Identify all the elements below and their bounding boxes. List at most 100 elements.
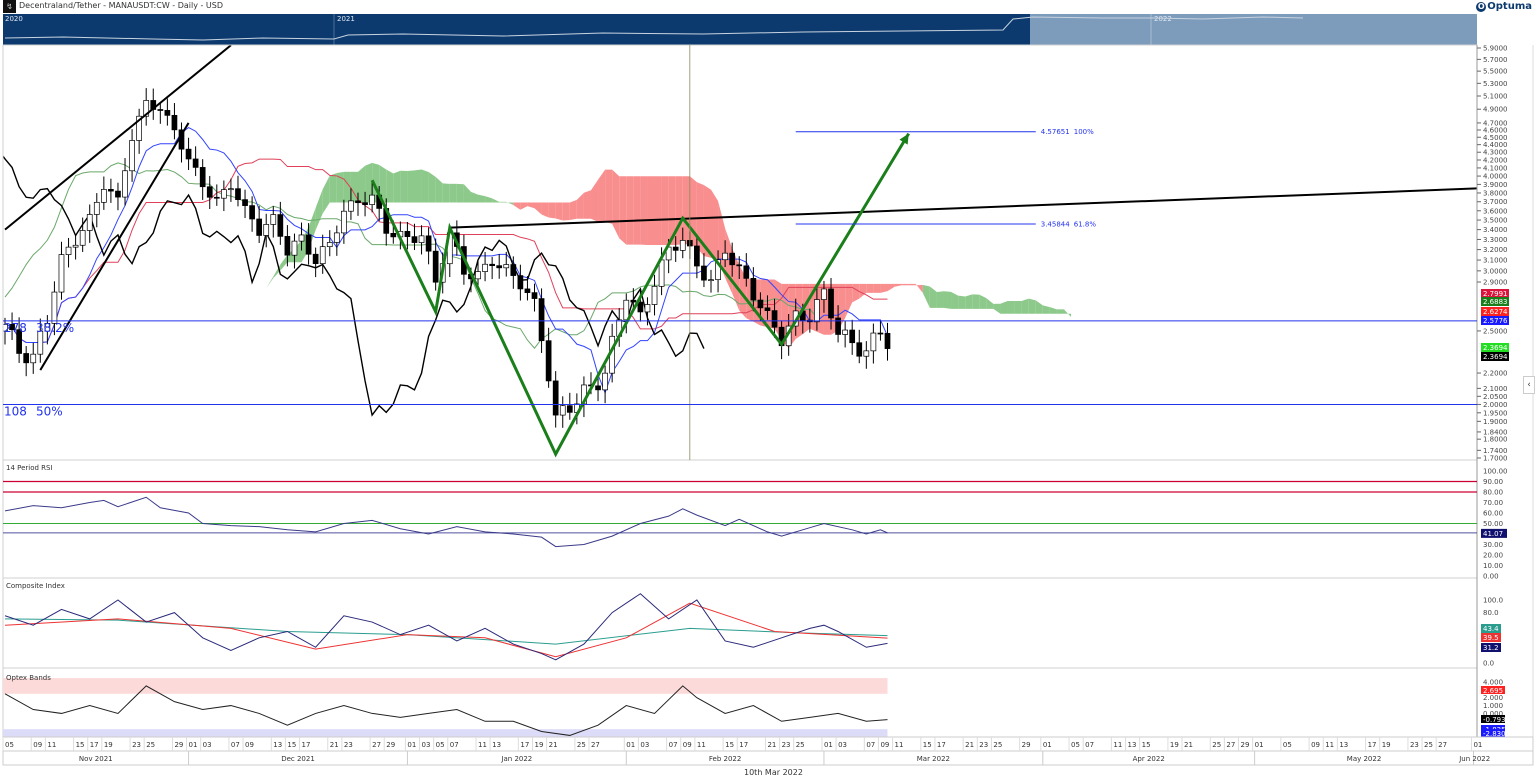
day-tick-label: 23 <box>132 741 141 749</box>
day-tick-label: 15 <box>76 741 85 749</box>
ichimoku-cloud-segment <box>414 169 422 203</box>
ichimoku-cloud-segment <box>541 202 549 218</box>
price-tick-label: 3.7000 <box>1483 198 1508 206</box>
price-tick-label: 3.2000 <box>1483 246 1508 254</box>
ichimoku-cloud-segment <box>1007 301 1015 314</box>
candle-body <box>228 188 234 191</box>
candle-body <box>870 332 877 352</box>
candle-body <box>694 245 700 267</box>
candle-body <box>524 288 531 293</box>
ichimoku-cloud-segment <box>569 199 577 221</box>
month-label: Feb 2022 <box>709 755 741 763</box>
ichimoku-cloud-segment <box>407 170 415 203</box>
ichimoku-cloud-segment <box>958 295 966 309</box>
optex-badge-value: 2.695 <box>1483 687 1503 695</box>
ichimoku-cloud-segment <box>400 170 408 203</box>
candle <box>221 180 227 212</box>
chart-canvas[interactable]: 278 38.2% 108 50% 4.57651 100% 3.45844 61.8% 5.9… <box>0 0 1536 783</box>
candle-body <box>877 332 884 335</box>
day-tick-label: 01 <box>189 741 198 749</box>
month-label: Jun 2022 <box>1458 755 1490 763</box>
candle <box>150 88 157 120</box>
candle-body <box>743 265 750 279</box>
rsi-title: 14 Period RSI <box>6 464 53 472</box>
ichimoku-cloud-segment <box>922 284 930 308</box>
candle-body <box>157 109 164 111</box>
collapse-panel-button[interactable]: ‹ <box>1523 376 1535 394</box>
rsi-tick-label: 60.00 <box>1483 510 1503 518</box>
candle-body <box>517 275 524 290</box>
day-tick-label: 05 <box>5 741 14 749</box>
candle-body <box>722 252 728 261</box>
level-left-label: 278 <box>4 321 27 335</box>
ichimoku-cloud-segment <box>943 291 952 309</box>
day-tick-label: 17 <box>520 741 529 749</box>
day-tick-label: 05 <box>1071 741 1080 749</box>
candle-body <box>637 301 644 313</box>
rsi-tick-label: 10.00 <box>1483 562 1503 570</box>
ichimoku-cloud-segment <box>583 190 591 219</box>
day-tick-label: 17 <box>739 741 748 749</box>
ichimoku-cloud-segment <box>449 183 457 203</box>
candle-body <box>849 329 856 344</box>
ichimoku-cloud-segment <box>675 176 683 246</box>
candle <box>30 342 37 374</box>
candle-body <box>418 235 425 243</box>
candle-body <box>185 148 192 160</box>
candle <box>531 283 538 312</box>
ichimoku-cloud-segment <box>421 169 429 203</box>
price-tick-label: 3.8000 <box>1483 189 1508 197</box>
day-tick-label: 09 <box>683 741 692 749</box>
candle <box>100 176 107 210</box>
ichimoku-cloud-segment <box>972 294 980 309</box>
day-tick-label: 19 <box>1382 741 1391 749</box>
candle-body <box>348 200 354 212</box>
candle-body <box>305 234 312 255</box>
ichimoku-cloud-segment <box>456 183 464 203</box>
candle <box>157 102 164 124</box>
candle-body <box>475 271 481 280</box>
ichimoku-cloud-segment <box>576 192 584 219</box>
candle <box>164 98 171 126</box>
optex-tick-label: 1.000 <box>1483 702 1503 710</box>
composite-title: Composite Index <box>6 582 65 590</box>
ichimoku-cloud-segment <box>598 169 606 222</box>
day-tick-label: 19 <box>1170 741 1179 749</box>
day-tick-label: 09 <box>1311 741 1320 749</box>
candle <box>206 175 213 209</box>
price-tick-label: 5.1000 <box>1483 93 1508 101</box>
candle-body <box>213 196 220 199</box>
price-tick-label: 3.4000 <box>1483 226 1508 234</box>
ichimoku-cloud-segment <box>492 198 500 203</box>
composite-index-line <box>4 593 888 661</box>
candle-body <box>312 253 319 265</box>
rsi-tick-label: 20.00 <box>1483 552 1503 560</box>
candle-body <box>757 299 764 309</box>
candle-body <box>284 236 291 256</box>
candle-body <box>93 201 100 215</box>
candle <box>863 341 870 369</box>
price-badge-value: 2.7991 <box>1483 290 1508 298</box>
candle-body <box>496 265 503 269</box>
candle-body <box>192 158 199 168</box>
candle-body <box>771 310 778 328</box>
candle <box>708 269 714 293</box>
ichimoku-cloud-segment <box>322 175 330 214</box>
rsi-badge-value: 41.07 <box>1483 530 1503 538</box>
day-tick-label: 21 <box>767 741 776 749</box>
candle <box>93 193 100 228</box>
ichimoku-cloud-segment <box>619 176 627 245</box>
candle <box>411 223 418 251</box>
day-tick-label: 13 <box>1339 741 1348 749</box>
ichimoku-cloud-segment <box>478 194 486 203</box>
level-left-pct: 50% <box>36 404 63 418</box>
ichimoku-cloud-segment <box>612 169 620 239</box>
ichimoku-cloud-segment <box>1042 305 1050 314</box>
candle <box>115 182 121 211</box>
candle-body <box>552 380 559 416</box>
price-badge-value: 2.5776 <box>1483 317 1508 325</box>
optex-lower-band <box>3 729 888 737</box>
day-tick-label: 01 <box>1255 741 1264 749</box>
price-tick-label: 1.9000 <box>1483 418 1508 426</box>
candle-body <box>679 240 686 251</box>
